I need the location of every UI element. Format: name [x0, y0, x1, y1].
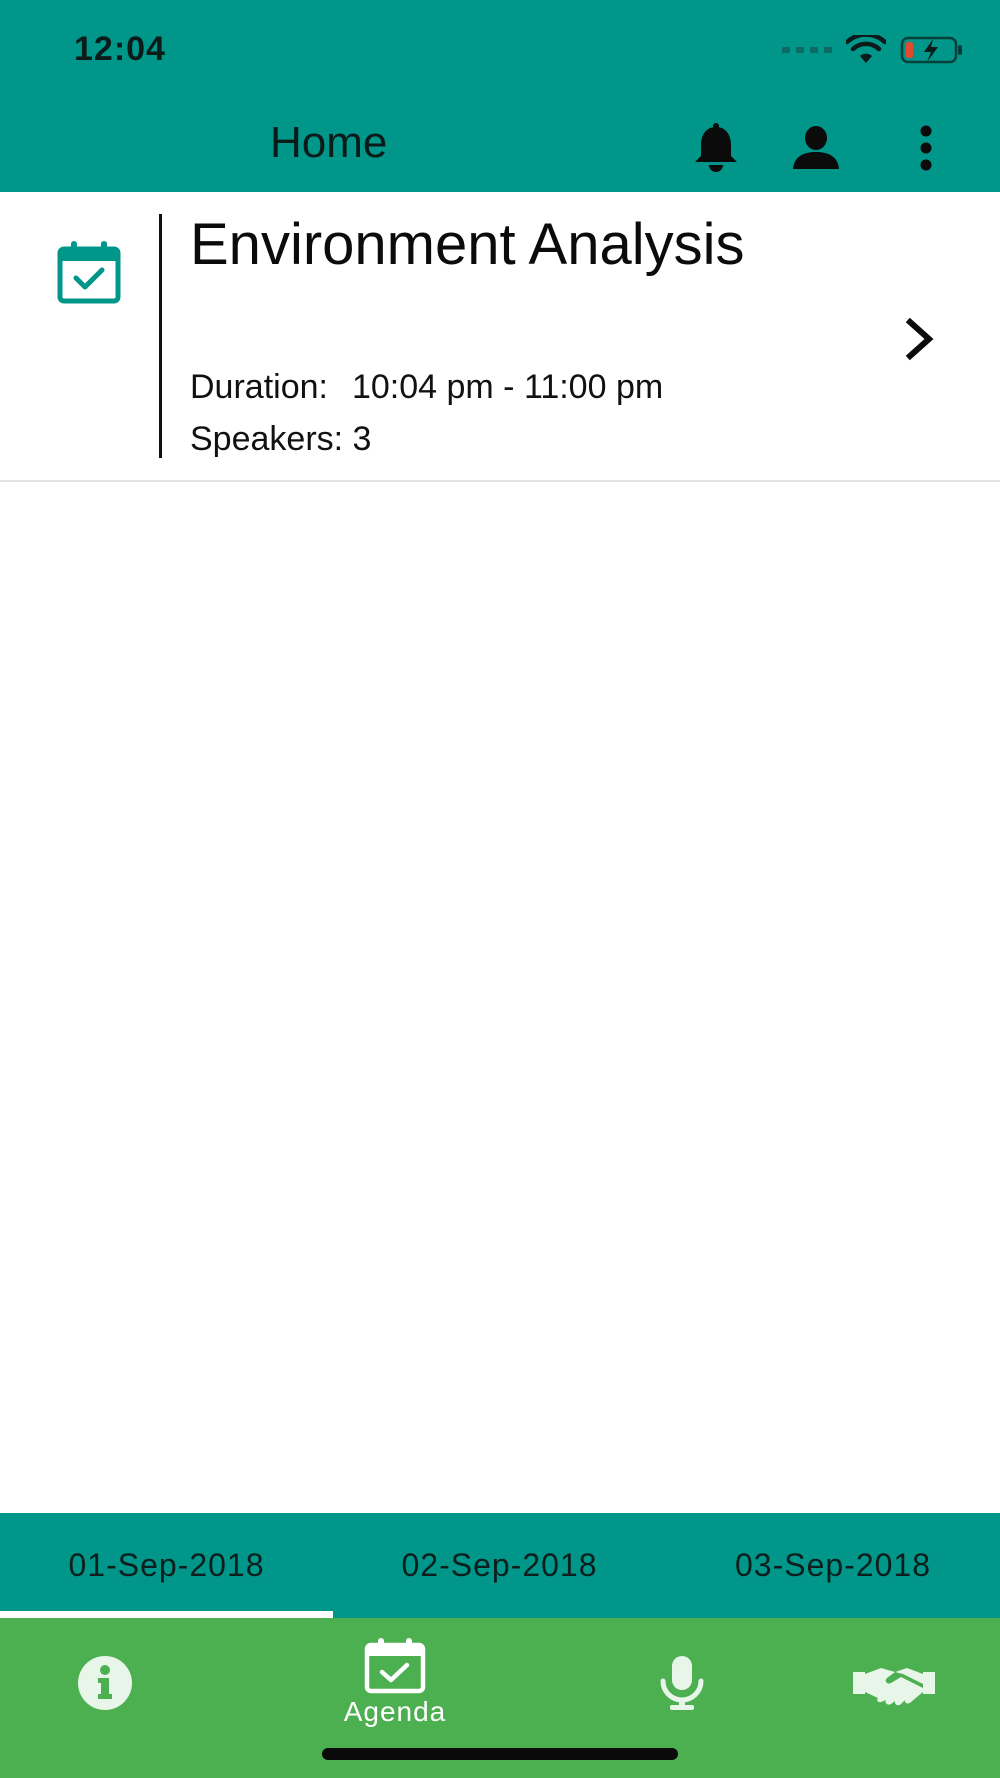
agenda-title: Environment Analysis — [190, 212, 745, 277]
chevron-right-icon[interactable] — [900, 314, 940, 364]
nav-speakers[interactable] — [652, 1618, 712, 1748]
nav-info[interactable] — [70, 1618, 140, 1748]
home-indicator — [322, 1748, 678, 1760]
agenda-divider — [159, 214, 162, 458]
battery-charging-icon — [900, 36, 962, 64]
duration-value: 10:04 pm - 11:00 pm — [351, 368, 664, 406]
wifi-icon — [846, 35, 886, 63]
calendar-check-icon — [57, 241, 121, 304]
selected-tab-indicator — [0, 1611, 333, 1618]
tab-date-1[interactable]: 01-Sep-2018 — [0, 1513, 333, 1618]
tab-date-2[interactable]: 02-Sep-2018 — [333, 1513, 666, 1618]
handshake-icon — [853, 1668, 935, 1706]
status-time: 12:04 — [74, 30, 166, 68]
notifications-button[interactable] — [688, 120, 744, 176]
calendar-check-icon — [364, 1638, 426, 1694]
nav-agenda-label: Agenda — [343, 1696, 447, 1727]
nav-sponsors[interactable] — [848, 1618, 940, 1748]
nav-agenda[interactable]: Agenda — [330, 1618, 460, 1748]
status-icons — [782, 32, 964, 68]
profile-button[interactable] — [788, 120, 844, 176]
user-icon — [793, 126, 839, 169]
more-vertical-icon — [920, 125, 932, 171]
page-title: Home — [270, 118, 388, 167]
agenda-list-item[interactable]: Environment Analysis Duration: 10:04 pm -… — [0, 192, 1000, 482]
more-options-button[interactable] — [898, 120, 954, 176]
top-app-bar: 12:04 Home — [0, 0, 1000, 192]
agenda-speakers: Speakers: 3 — [190, 420, 372, 458]
cellular-signal-icon — [782, 47, 832, 53]
tab-date-3[interactable]: 03-Sep-2018 — [666, 1513, 1000, 1618]
duration-label: Duration: — [190, 368, 328, 406]
agenda-duration: Duration: 10:04 pm - 11:00 pm — [190, 368, 663, 407]
date-tab-bar: 01-Sep-2018 02-Sep-2018 03-Sep-2018 — [0, 1513, 1000, 1618]
microphone-icon — [660, 1656, 704, 1710]
info-icon — [78, 1656, 132, 1710]
bell-icon — [695, 123, 737, 172]
